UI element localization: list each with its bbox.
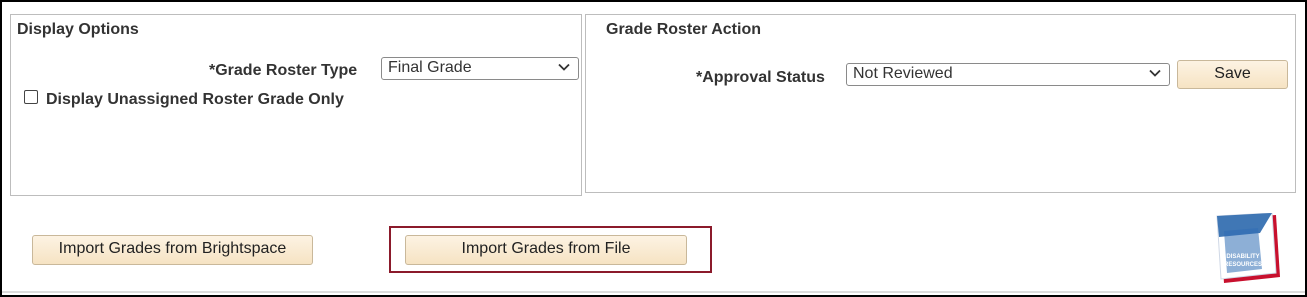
chevron-down-icon [1149, 69, 1161, 77]
approval-status-label: *Approval Status [696, 69, 825, 86]
approval-status-select[interactable]: Not Reviewed [846, 63, 1170, 86]
chevron-down-icon [558, 63, 570, 71]
grade-roster-type-value: Final Grade [388, 59, 472, 76]
save-button[interactable]: Save [1177, 60, 1288, 89]
disability-resources-logo: DISABILITY RESOURCES [1216, 213, 1280, 283]
grade-roster-action-panel: Grade Roster Action *Approval Status Not… [585, 14, 1296, 193]
grade-roster-type-label: *Grade Roster Type [209, 62, 358, 79]
display-options-title: Display Options [17, 21, 139, 38]
bottom-divider [2, 291, 1305, 293]
import-grades-file-button[interactable]: Import Grades from File [405, 235, 687, 265]
grade-roster-type-select[interactable]: Final Grade [381, 57, 579, 80]
unassigned-roster-label: Display Unassigned Roster Grade Only [46, 91, 344, 108]
logo-text-line1: DISABILITY [1226, 254, 1259, 260]
approval-status-value: Not Reviewed [853, 65, 953, 82]
import-grades-brightspace-button[interactable]: Import Grades from Brightspace [32, 235, 313, 265]
logo-text-line2: RESOURCES [1224, 262, 1262, 268]
grade-roster-action-title: Grade Roster Action [606, 21, 761, 38]
display-options-panel: Display Options *Grade Roster Type Final… [10, 14, 582, 196]
unassigned-roster-checkbox[interactable] [24, 90, 38, 104]
